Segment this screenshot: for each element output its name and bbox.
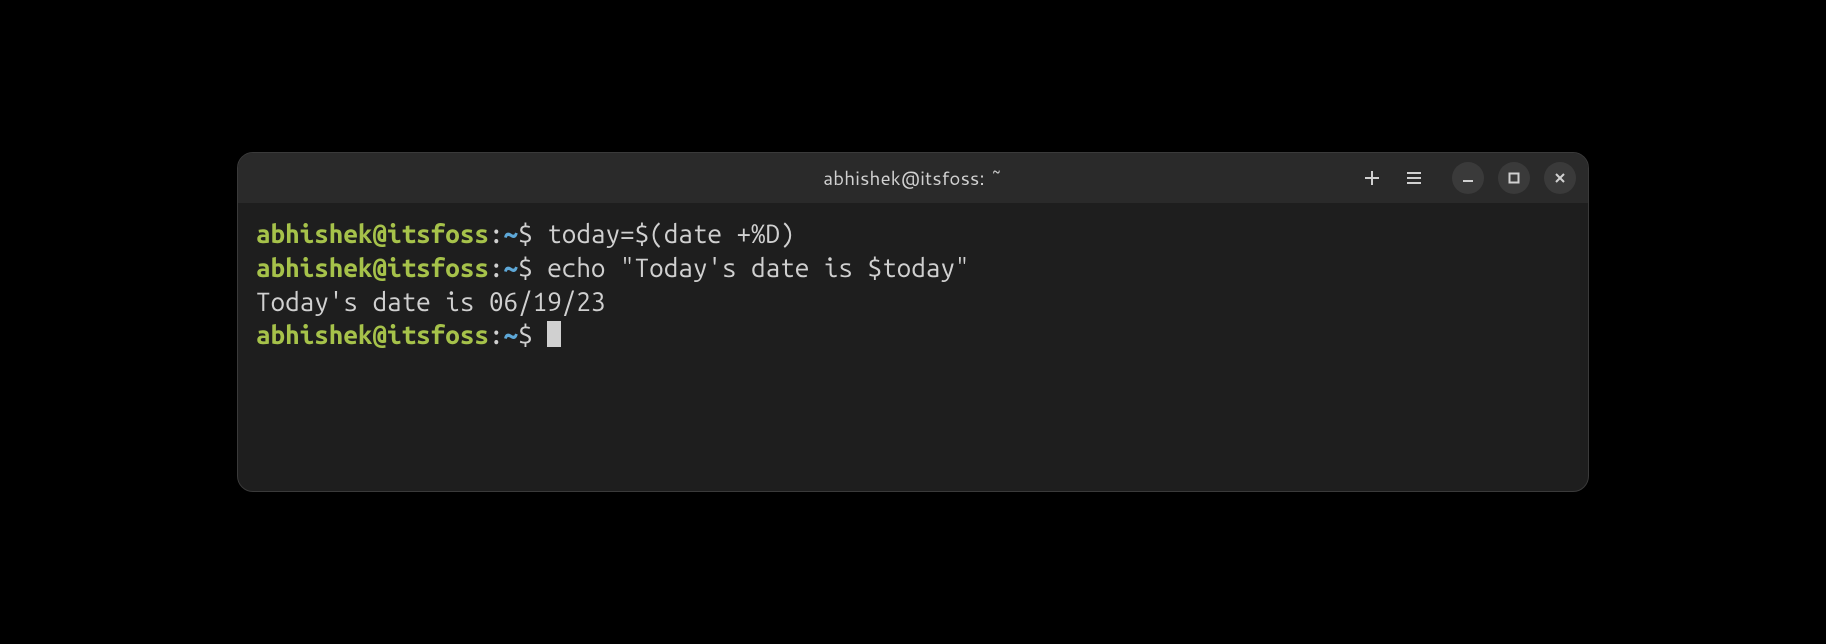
command-text: echo "Today's date is $today" xyxy=(547,253,969,282)
terminal-line: Today's date is 06/19/23 xyxy=(256,285,1570,319)
terminal-window: abhishek@itsfoss: ~ xyxy=(237,152,1589,492)
hamburger-icon xyxy=(1405,169,1423,187)
prompt-sep: : xyxy=(489,219,504,248)
window-buttons xyxy=(1452,162,1576,194)
prompt-user: abhishek@itsfoss xyxy=(256,219,489,248)
prompt-path: ~ xyxy=(504,320,519,349)
prompt-path: ~ xyxy=(504,253,519,282)
command-text: today=$(date +%D) xyxy=(547,219,795,248)
maximize-icon xyxy=(1508,172,1520,184)
terminal-line: abhishek@itsfoss:~$ today=$(date +%D) xyxy=(256,217,1570,251)
prompt-path: ~ xyxy=(504,219,519,248)
prompt-sep: : xyxy=(489,253,504,282)
prompt-dollar: $ xyxy=(518,219,547,248)
terminal-line: abhishek@itsfoss:~$ echo "Today's date i… xyxy=(256,251,1570,285)
prompt-dollar: $ xyxy=(518,253,547,282)
terminal-body[interactable]: abhishek@itsfoss:~$ today=$(date +%D)abh… xyxy=(238,203,1588,491)
new-tab-button[interactable] xyxy=(1360,166,1384,190)
prompt-dollar: $ xyxy=(518,320,547,349)
terminal-line: abhishek@itsfoss:~$ xyxy=(256,318,1570,352)
titlebar-controls xyxy=(1360,162,1576,194)
window-title: abhishek@itsfoss: ~ xyxy=(823,165,1003,192)
cursor-icon xyxy=(547,321,561,347)
minimize-button[interactable] xyxy=(1452,162,1484,194)
titlebar: abhishek@itsfoss: ~ xyxy=(238,153,1588,203)
prompt-user: abhishek@itsfoss xyxy=(256,320,489,349)
output-text: Today's date is 06/19/23 xyxy=(256,287,605,316)
prompt-user: abhishek@itsfoss xyxy=(256,253,489,282)
minimize-icon xyxy=(1462,172,1474,184)
maximize-button[interactable] xyxy=(1498,162,1530,194)
prompt-sep: : xyxy=(489,320,504,349)
close-button[interactable] xyxy=(1544,162,1576,194)
menu-button[interactable] xyxy=(1402,166,1426,190)
close-icon xyxy=(1554,172,1566,184)
plus-icon xyxy=(1363,169,1381,187)
